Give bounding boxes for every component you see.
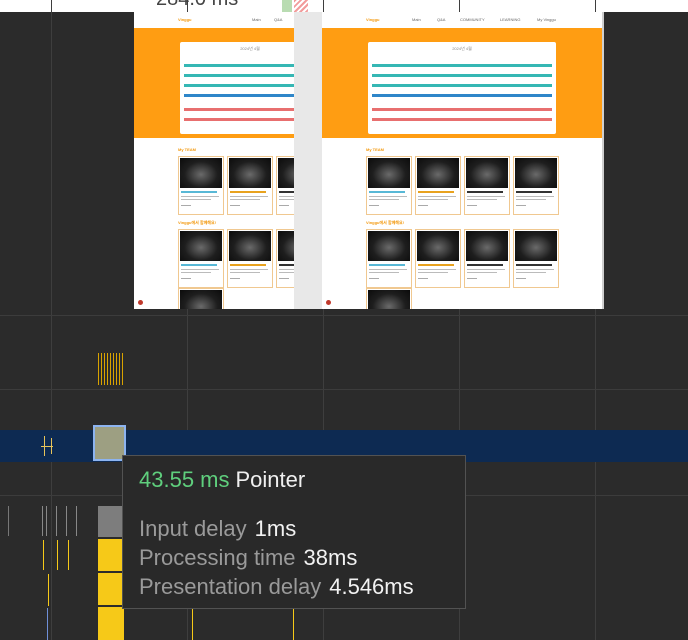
preview-card	[464, 229, 510, 288]
flower-icon	[138, 300, 143, 305]
track-separator	[0, 389, 688, 390]
tooltip-value: 38ms	[303, 545, 358, 570]
preview-section-title: My TEAM	[366, 147, 384, 152]
preview-section-title: Vinggu에서 함께해요!	[178, 220, 217, 225]
frames-track-bars	[98, 353, 125, 385]
frame-marker	[282, 0, 292, 12]
tooltip-row-processing-time: Processing time 38ms	[139, 545, 357, 571]
flame-tick	[8, 506, 9, 536]
preview-nav-item: Q&A	[437, 17, 446, 22]
flame-tick	[293, 608, 294, 640]
preview-nav-item: My Vinggu	[537, 17, 556, 22]
preview-hero: 2024년 4월	[322, 28, 602, 138]
timestamp-label: 284.0 ms	[156, 0, 238, 11]
preview-page-left: Vinggu Main Q&A COMMUNITY 2024년 4월 My TE…	[134, 12, 320, 309]
flame-script-block[interactable]	[98, 539, 124, 571]
preview-logo: Vinggu	[178, 17, 192, 22]
preview-section-title: My TEAM	[178, 147, 196, 152]
calendar-header: 2024년 4월	[452, 46, 472, 51]
calendar-event-bar	[372, 64, 552, 67]
preview-nav: Vinggu Main Q&A COMMUNITY	[134, 12, 320, 28]
preview-nav-item: Q&A	[274, 17, 283, 22]
tooltip-label: Processing time	[139, 545, 296, 570]
preview-nav-item: COMMUNITY	[460, 17, 485, 22]
preview-nav-item: Main	[412, 17, 421, 22]
preview-nav-item: LEARNING	[500, 17, 521, 22]
preview-card	[415, 229, 461, 288]
preview-divider	[294, 12, 322, 309]
tooltip-duration: 43.55 ms	[139, 467, 230, 492]
flame-tick	[68, 540, 69, 570]
preview-card	[513, 156, 559, 215]
calendar-event-bar	[372, 108, 552, 111]
preview-card	[513, 229, 559, 288]
flame-tick	[56, 506, 57, 536]
preview-card	[415, 156, 461, 215]
grid-line	[51, 0, 52, 640]
flame-tick	[46, 506, 47, 536]
tooltip-label: Input delay	[139, 516, 247, 541]
flame-tick	[76, 506, 77, 536]
tooltip-row-presentation-delay: Presentation delay 4.546ms	[139, 574, 414, 600]
flame-tick	[57, 540, 58, 570]
flame-tick	[192, 608, 193, 640]
track-separator	[0, 315, 688, 316]
flame-task-block[interactable]	[98, 506, 124, 537]
preview-nav: Vinggu Main Q&A COMMUNITY LEARNING My Vi…	[322, 12, 602, 28]
preview-card	[227, 229, 273, 288]
calendar-event-bar	[372, 74, 552, 77]
preview-card	[227, 156, 273, 215]
flame-tick	[47, 608, 48, 640]
preview-card	[366, 288, 412, 309]
preview-section-title: Vinggu에서 함께해요!	[366, 220, 405, 225]
tooltip-header: 43.55 ms Pointer	[139, 467, 305, 493]
tooltip-value: 1ms	[254, 516, 297, 541]
calendar-event-bar	[372, 118, 552, 121]
tooltip-event-type: Pointer	[235, 467, 306, 492]
preview-hero: 2024년 4월	[134, 28, 320, 138]
preview-card	[366, 156, 412, 215]
preview-logo: Vinggu	[366, 17, 380, 22]
screenshot-preview: Vinggu Main Q&A COMMUNITY 2024년 4월 My TE…	[134, 12, 604, 309]
flame-tick	[42, 506, 43, 536]
preview-calendar: 2024년 4월	[368, 42, 556, 134]
interaction-whisker	[51, 438, 52, 454]
flame-script-block[interactable]	[98, 607, 124, 640]
calendar-event-bar	[372, 94, 552, 97]
timeline-ruler	[0, 0, 688, 12]
preview-page-right: Vinggu Main Q&A COMMUNITY LEARNING My Vi…	[322, 12, 602, 309]
dropped-frame-marker	[294, 0, 308, 12]
preview-card	[464, 156, 510, 215]
preview-card	[178, 156, 224, 215]
tooltip-label: Presentation delay	[139, 574, 322, 599]
preview-nav-item: Main	[252, 17, 261, 22]
flame-tick	[48, 574, 49, 606]
flame-script-block[interactable]	[98, 573, 124, 605]
flame-tick	[43, 540, 44, 570]
preview-card	[366, 229, 412, 288]
flower-icon	[326, 300, 331, 305]
tooltip-value: 4.546ms	[329, 574, 414, 599]
tooltip-row-input-delay: Input delay 1ms	[139, 516, 296, 542]
interaction-tooltip: 43.55 ms Pointer Input delay 1ms Processin…	[122, 455, 466, 609]
preview-card	[178, 288, 224, 309]
flame-tick	[66, 506, 67, 536]
calendar-event-bar	[372, 84, 552, 87]
preview-card	[178, 229, 224, 288]
